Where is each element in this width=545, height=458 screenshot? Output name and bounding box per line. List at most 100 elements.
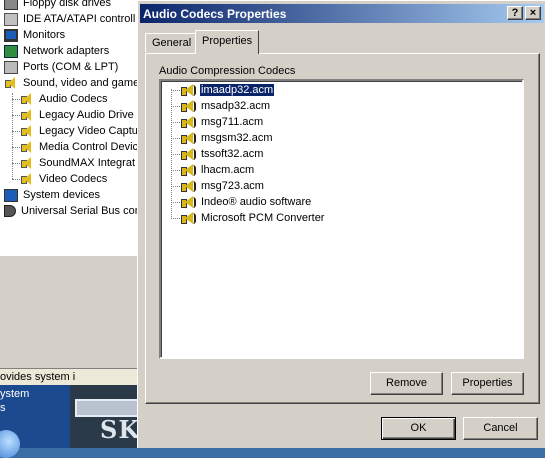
tree-item-label: Floppy disk drives: [23, 0, 112, 9]
tree-connector: [12, 131, 20, 132]
speaker-icon: [181, 83, 196, 97]
codec-list-item[interactable]: Microsoft PCM Converter: [181, 210, 325, 226]
codec-label: Indeo® audio software: [201, 196, 312, 208]
codec-label: msadp32.acm: [201, 100, 271, 112]
speaker-icon: [20, 108, 34, 122]
sound-wave-icon: [193, 100, 196, 112]
ok-button[interactable]: OK: [381, 417, 456, 440]
tree-connector: [171, 186, 180, 187]
audio-compression-codecs-label: Audio Compression Codecs: [159, 65, 296, 77]
tree-item-label: Media Control Devic: [39, 141, 137, 153]
tree-connector: [171, 89, 172, 217]
monitor-icon: [4, 28, 18, 42]
codec-label: tssoft32.acm: [201, 148, 264, 160]
speaker-icon: [20, 156, 34, 170]
ide-controller-icon: [4, 12, 18, 26]
codec-label: msg723.acm: [201, 180, 264, 192]
usb-icon: [4, 205, 16, 217]
tree-connector: [12, 99, 20, 100]
remove-button[interactable]: Remove: [370, 372, 443, 395]
codec-list-item[interactable]: lhacm.acm: [181, 162, 255, 178]
codec-label: imaadp32.acm: [198, 83, 276, 97]
tree-item[interactable]: Legacy Audio Drive: [20, 107, 134, 123]
tree-connector: [171, 154, 180, 155]
tree-connector: [171, 122, 180, 123]
tree-item-label: SoundMAX Integrat: [39, 157, 136, 169]
tab-properties[interactable]: Properties: [195, 30, 260, 54]
sound-wave-icon: [193, 116, 196, 128]
tree-item-label: Audio Codecs: [39, 93, 108, 105]
tree-item[interactable]: Floppy disk drives: [4, 0, 111, 11]
tree-item[interactable]: IDE ATA/ATAPI controll: [4, 11, 135, 27]
close-button[interactable]: ×: [525, 6, 541, 20]
tree-item-label: Network adapters: [23, 45, 110, 57]
network-card-icon: [4, 44, 18, 58]
cancel-button[interactable]: Cancel: [463, 417, 538, 440]
speaker-icon: [181, 195, 196, 209]
background-status-text: ovides system i: [0, 368, 137, 385]
tree-item-label: System devices: [23, 189, 101, 201]
title-bar[interactable]: Audio Codecs Properties ? ×: [140, 4, 544, 23]
speaker-icon: [20, 172, 34, 186]
codec-list-item[interactable]: msadp32.acm: [181, 98, 271, 114]
tree-item-label: Video Codecs: [39, 173, 108, 185]
sound-wave-icon: [193, 212, 196, 224]
codec-label: Microsoft PCM Converter: [201, 212, 325, 224]
sound-wave-icon: [193, 84, 196, 96]
tree-item-label: Legacy Audio Drive: [39, 109, 134, 121]
speaker-icon: [20, 124, 34, 138]
tree-item[interactable]: Audio Codecs: [20, 91, 108, 107]
codec-label: msgsm32.acm: [201, 132, 273, 144]
tree-item[interactable]: Legacy Video Captu: [20, 123, 137, 139]
codec-list-item[interactable]: msg711.acm: [181, 114, 264, 130]
speaker-icon: [20, 92, 34, 106]
device-manager-lower-panel: [0, 256, 137, 368]
codec-list-item[interactable]: Indeo® audio software: [181, 194, 312, 210]
tree-connector: [171, 218, 180, 219]
properties-button[interactable]: Properties: [451, 372, 524, 395]
system-devices-icon: [4, 188, 18, 202]
tree-item-label: Universal Serial Bus con: [21, 205, 137, 217]
sound-wave-icon: [193, 196, 196, 208]
tree-item[interactable]: Monitors: [4, 27, 65, 43]
audio-codecs-properties-dialog: Audio Codecs Properties ? × General Prop…: [137, 0, 545, 448]
codec-list-item[interactable]: tssoft32.acm: [181, 146, 264, 162]
speaker-icon: [181, 99, 196, 113]
tree-item-label: Ports (COM & LPT): [23, 61, 119, 73]
sound-wave-icon: [193, 148, 196, 160]
codec-label: lhacm.acm: [201, 164, 255, 176]
speaker-icon: [4, 76, 18, 90]
speaker-icon: [181, 163, 196, 177]
tree-item[interactable]: Video Codecs: [20, 171, 107, 187]
tree-connector: [12, 147, 20, 148]
tree-connector: [12, 163, 20, 164]
codec-list-item[interactable]: imaadp32.acm: [181, 82, 276, 98]
codec-list-item[interactable]: msg723.acm: [181, 178, 265, 194]
tree-connector: [171, 90, 180, 91]
tree-item-label: Sound, video and game: [23, 77, 137, 89]
tree-item[interactable]: Media Control Devic: [20, 139, 137, 155]
speaker-icon: [20, 140, 34, 154]
tree-item[interactable]: Network adapters: [4, 43, 109, 59]
codec-list[interactable]: imaadp32.acm msadp32.acm msg711.acm msgsm32…: [159, 79, 524, 359]
tree-connector: [171, 138, 180, 139]
background-blue-line-2: s: [0, 402, 6, 414]
background-poster: SK: [70, 385, 137, 448]
tree-item[interactable]: Universal Serial Bus con: [4, 203, 137, 219]
tree-item[interactable]: SoundMAX Integrat: [20, 155, 135, 171]
floppy-icon: [4, 0, 18, 10]
tree-item[interactable]: System devices: [4, 187, 100, 203]
tree-item-label: IDE ATA/ATAPI controll: [23, 13, 136, 25]
tab-general[interactable]: General: [145, 33, 199, 52]
tree-connector: [12, 179, 20, 180]
codec-list-item[interactable]: msgsm32.acm: [181, 130, 274, 146]
help-button[interactable]: ?: [507, 6, 523, 20]
tree-item-label: Monitors: [23, 29, 66, 41]
tree-connector: [12, 115, 20, 116]
tree-item[interactable]: Ports (COM & LPT): [4, 59, 118, 75]
tree-item-label: Legacy Video Captu: [39, 125, 137, 137]
speaker-icon: [181, 147, 196, 161]
sound-wave-icon: [193, 164, 196, 176]
tree-item[interactable]: Sound, video and game: [4, 75, 137, 91]
port-icon: [4, 60, 18, 74]
